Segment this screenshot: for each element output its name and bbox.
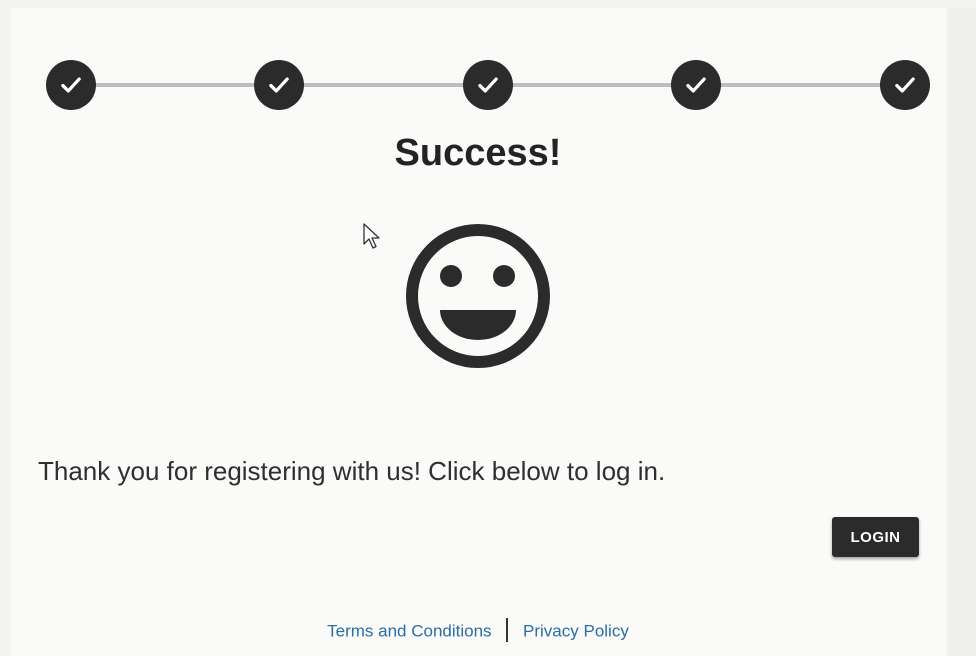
mouse-cursor-icon: [363, 223, 380, 249]
footer-divider: [506, 618, 509, 642]
footer-links: Terms and Conditions Privacy Policy: [0, 618, 956, 644]
confirmation-message: Thank you for registering with us! Click…: [38, 456, 666, 486]
check-icon: [686, 77, 706, 93]
progress-stepper: [46, 60, 930, 110]
page-title: Success!: [394, 132, 562, 174]
step-5: [880, 60, 930, 110]
smiley-face-icon: [406, 224, 550, 368]
scrollbar-track[interactable]: [948, 8, 976, 656]
step-2: [254, 60, 304, 110]
terms-and-conditions-link[interactable]: Terms and Conditions: [327, 621, 491, 640]
step-4: [671, 60, 721, 110]
step-1: [46, 60, 96, 110]
login-button[interactable]: LOGIN: [832, 517, 919, 557]
check-icon: [61, 77, 81, 93]
privacy-policy-link[interactable]: Privacy Policy: [523, 621, 629, 640]
step-3: [463, 60, 513, 110]
check-icon: [895, 77, 915, 93]
check-icon: [269, 77, 289, 93]
check-icon: [478, 77, 498, 93]
